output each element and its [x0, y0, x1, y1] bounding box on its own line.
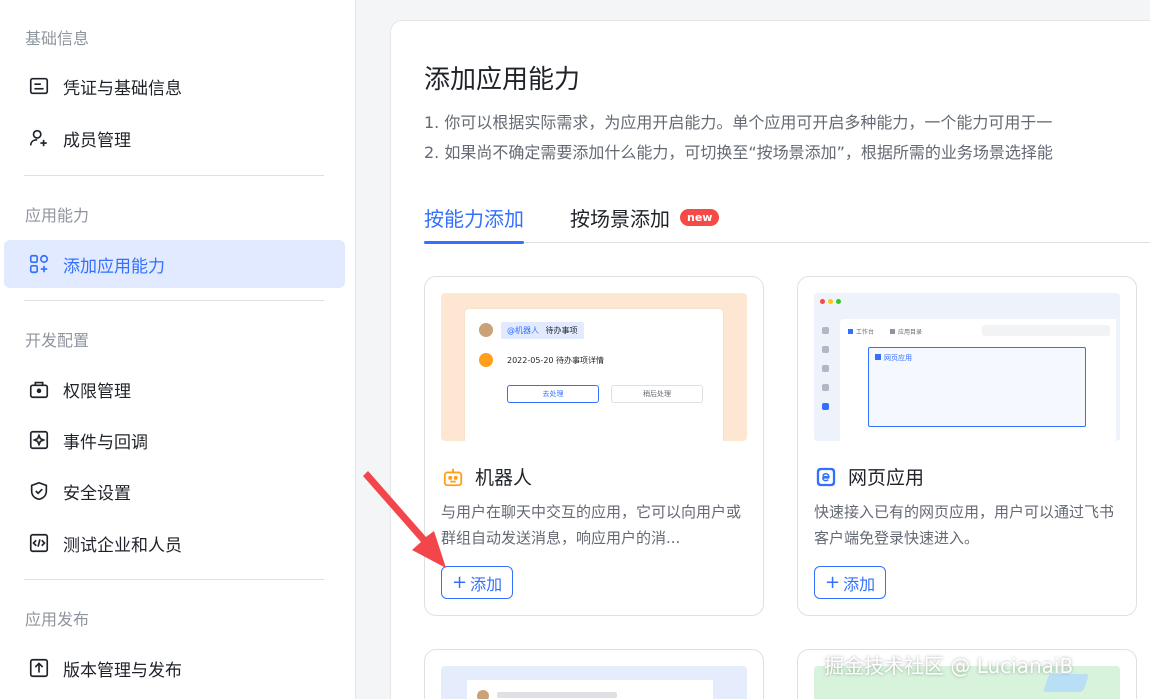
preview-tab: 工作台 [856, 329, 875, 336]
sidebar-item-label: 成员管理 [63, 130, 131, 151]
sidebar-divider [24, 579, 324, 580]
test-code-icon [26, 530, 52, 556]
sidebar-item-label: 版本管理与发布 [63, 660, 182, 681]
card-preview-partial [441, 666, 747, 699]
tab-by-capability[interactable]: 按能力添加 [424, 199, 524, 244]
card-title: 网页应用 [814, 463, 924, 490]
web-e-icon [814, 465, 838, 489]
sidebar-item-label: 事件与回调 [63, 432, 148, 453]
add-web-app-button[interactable]: + 添加 [814, 566, 887, 599]
watermark: 掘金技术社区 @ LucianaiB [824, 654, 1074, 678]
tab-by-scenario[interactable]: 按场景添加 new [570, 199, 720, 243]
preview-chip-text: 待办事项 [545, 326, 578, 335]
tab-label: 按能力添加 [424, 206, 524, 231]
capability-card-robot[interactable]: @机器人 待办事项 2022-05-20 待办事项详情 去处理 稍后处理 机器人… [424, 276, 764, 616]
permission-lock-icon [26, 376, 52, 402]
preview-line: 2022-05-20 待办事项详情 [507, 356, 605, 365]
section-title-basic: 基础信息 [25, 29, 90, 48]
sidebar-item-events[interactable]: 事件与回调 [4, 416, 345, 464]
card-title-text: 机器人 [475, 467, 533, 489]
event-icon [26, 427, 52, 453]
card-title: 机器人 [441, 463, 532, 490]
button-label: 添加 [470, 574, 503, 594]
sidebar-item-security[interactable]: 安全设置 [4, 467, 345, 515]
tab-label: 按场景添加 [570, 206, 670, 231]
card-description: 与用户在聊天中交互的应用，它可以向用户或群组自动发送消息，响应用户的消... [441, 503, 742, 547]
capability-card-partial[interactable] [424, 649, 764, 699]
page-title: 添加应用能力 [424, 65, 581, 95]
sidebar-item-release[interactable]: 版本管理与发布 [4, 644, 345, 692]
section-title-dev-config: 开发配置 [25, 331, 90, 350]
description-line-2: 2. 如果尚不确定需要添加什么能力，可切换至“按场景添加”，根据所需的业务场景选… [424, 143, 1053, 162]
robot-preview-image: @机器人 待办事项 2022-05-20 待办事项详情 去处理 稍后处理 [441, 293, 747, 441]
robot-icon [441, 465, 465, 489]
sidebar-item-credentials[interactable]: 凭证与基础信息 [4, 62, 345, 110]
credential-icon [26, 73, 52, 99]
member-add-icon [26, 125, 52, 151]
sidebar-item-label: 权限管理 [63, 381, 131, 402]
shield-check-icon [26, 478, 52, 504]
tab-bar: 按能力添加 按场景添加 new [424, 199, 1150, 244]
upload-icon [26, 655, 52, 681]
sidebar-item-permissions[interactable]: 权限管理 [4, 365, 345, 413]
grid-add-icon [26, 251, 52, 277]
main-panel: 添加应用能力 1. 你可以根据实际需求，为应用开启能力。单个应用可开启多种能力，… [390, 20, 1150, 699]
description-line-1: 1. 你可以根据实际需求，为应用开启能力。单个应用可开启多种能力，一个能力可用于… [424, 113, 1053, 132]
capability-card-web-app[interactable]: 工作台 应用目录 网页应用 网页应用 快速接入已有的网页应用，用户可以通过飞书客 [797, 276, 1137, 616]
plus-icon: + [452, 572, 468, 593]
card-description: 快速接入已有的网页应用，用户可以通过飞书客户端免登录快速进入。 [814, 503, 1115, 547]
new-badge: new [680, 208, 720, 226]
section-title-release: 应用发布 [25, 610, 90, 629]
add-robot-button[interactable]: + 添加 [441, 566, 514, 599]
sidebar-item-add-capability[interactable]: 添加应用能力 [4, 240, 345, 288]
sidebar-divider [24, 300, 324, 301]
preview-secondary-button: 稍后处理 [611, 385, 703, 403]
sidebar: 基础信息 凭证与基础信息 成员管理 应用能力 添加应用能力 开发配置 权限管理 … [0, 0, 356, 699]
avatar [479, 323, 493, 337]
sidebar-item-label: 安全设置 [63, 483, 131, 504]
sidebar-item-members[interactable]: 成员管理 [4, 114, 345, 162]
card-title-text: 网页应用 [848, 467, 925, 489]
plus-icon: + [825, 572, 841, 593]
sidebar-divider [24, 175, 324, 176]
sidebar-item-label: 添加应用能力 [63, 256, 165, 277]
sidebar-item-label: 测试企业和人员 [63, 535, 182, 556]
button-label: 添加 [843, 574, 876, 594]
preview-chip: @机器人 [507, 326, 539, 335]
web-app-preview-image: 工作台 应用目录 网页应用 [814, 293, 1120, 441]
bot-avatar [479, 353, 493, 367]
preview-tab: 应用目录 [897, 329, 922, 336]
preview-primary-button: 去处理 [507, 385, 599, 403]
section-title-capabilities: 应用能力 [25, 206, 90, 225]
sidebar-item-test-org[interactable]: 测试企业和人员 [4, 519, 345, 567]
preview-box-label: 网页应用 [884, 354, 912, 362]
sidebar-item-label: 凭证与基础信息 [63, 78, 182, 99]
